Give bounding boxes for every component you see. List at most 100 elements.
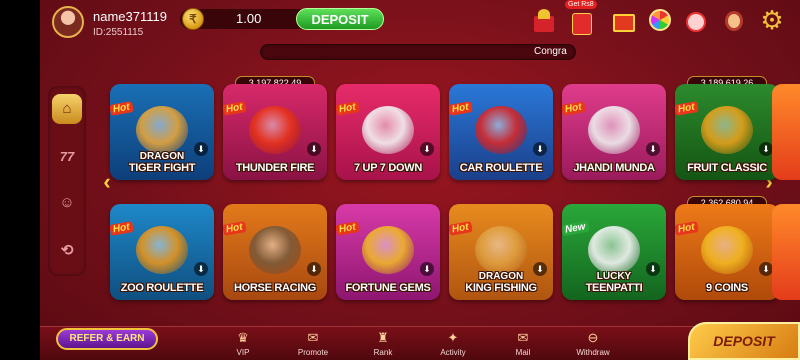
game-tile[interactable]: Hot ⬇ DRAGON TIGER FIGHT	[110, 84, 214, 180]
game-label-top: LUCKY	[596, 271, 632, 282]
download-icon[interactable]: ⬇	[759, 142, 773, 156]
game-label-top: DRAGON	[139, 151, 185, 162]
nav-label: VIP	[236, 348, 250, 357]
vip-crown-icon: ♛	[237, 330, 249, 345]
game-art	[249, 226, 301, 274]
game-label: 9 COINS	[706, 282, 748, 294]
mail-icon: ✉	[517, 330, 529, 345]
nav-mail[interactable]: ✉ Mail	[495, 330, 551, 360]
nav-vip[interactable]: ♛ VIP	[215, 330, 271, 360]
hot-badge: Hot	[562, 101, 586, 116]
game-tile[interactable]: Hot ⬇ 7 UP 7 DOWN	[336, 84, 440, 180]
user-id: ID:2551115	[93, 27, 144, 38]
promote-icon: ✉	[307, 330, 319, 345]
nav-label: Rank	[373, 348, 393, 357]
hot-badge: Hot	[675, 101, 699, 116]
red-packet-icon[interactable]	[568, 6, 596, 35]
hot-badge: Hot	[110, 101, 134, 116]
game-art	[475, 106, 527, 154]
rank-trophy-icon: ♜	[377, 330, 389, 345]
nav-activity[interactable]: ✦ Activity	[425, 330, 481, 360]
hot-badge: Hot	[449, 221, 473, 236]
nav-withdraw[interactable]: ⊖ Withdraw	[565, 330, 621, 360]
game-tile[interactable]: Hot ⬇ HORSE RACING	[223, 204, 327, 300]
category-sidebar: ⌂ 77 ☺ ⟲	[48, 86, 86, 276]
game-art	[701, 226, 753, 274]
gear-icon[interactable]: ⚙	[758, 6, 786, 34]
game-tile[interactable]: Hot ⬇ JHANDI MUNDA	[562, 84, 666, 180]
game-label: FORTUNE GEMS	[345, 282, 431, 294]
game-tile-partial[interactable]	[772, 84, 800, 180]
download-icon[interactable]: ⬇	[533, 142, 547, 156]
game-art	[588, 226, 640, 274]
hot-badge: Hot	[110, 221, 134, 236]
nav-label: Mail	[515, 348, 531, 357]
game-label: TIGER FIGHT	[128, 162, 196, 174]
history-icon: ⟲	[60, 242, 74, 259]
download-icon[interactable]: ⬇	[307, 142, 321, 156]
gift-icon[interactable]	[610, 6, 638, 34]
game-tile[interactable]: Hot ⬇ FORTUNE GEMS	[336, 204, 440, 300]
rupee-coin-icon: ₹	[182, 8, 204, 30]
download-icon[interactable]: ⬇	[759, 262, 773, 276]
game-tile[interactable]: Hot ⬇ CAR ROULETTE	[449, 84, 553, 180]
game-label: KING FISHING	[465, 282, 537, 294]
download-icon[interactable]: ⬇	[646, 142, 660, 156]
game-art	[362, 226, 414, 274]
gift-bag-icon[interactable]	[682, 6, 710, 34]
sidebar-item-people[interactable]: ☺	[52, 188, 82, 218]
game-label: HORSE RACING	[234, 282, 316, 294]
sidebar-item-history[interactable]: ⟲	[52, 236, 82, 266]
game-art	[362, 106, 414, 154]
game-label: THUNDER FIRE	[235, 162, 315, 174]
nav-label: Promote	[297, 348, 329, 357]
download-icon[interactable]: ⬇	[420, 262, 434, 276]
game-label: FRUIT CLASSIC	[687, 162, 767, 174]
game-tile[interactable]: Hot ⬇ DRAGON KING FISHING	[449, 204, 553, 300]
people-icon: ☺	[59, 194, 75, 211]
hot-badge: Hot	[675, 221, 699, 236]
avatar[interactable]	[52, 6, 84, 38]
deposit-button[interactable]: DEPOSIT	[296, 8, 384, 30]
game-art	[475, 226, 527, 274]
activity-gift-icon: ✦	[447, 330, 459, 345]
download-icon[interactable]: ⬇	[307, 262, 321, 276]
nav-label: Activity	[440, 348, 466, 357]
game-tile[interactable]: Hot ⬇ 9 COINS	[675, 204, 779, 300]
game-label: JHANDI MUNDA	[573, 162, 655, 174]
username: name371119	[93, 9, 167, 24]
game-tile[interactable]: New ⬇ LUCKY TEENPATTI	[562, 204, 666, 300]
game-art	[588, 106, 640, 154]
nav-label: Withdraw	[576, 348, 610, 357]
app-screen: name371119 ID:2551115 ₹ 1.00 DEPOSIT Get…	[40, 0, 800, 360]
download-icon[interactable]: ⬇	[194, 262, 208, 276]
new-badge: New	[562, 220, 590, 237]
hot-badge: Hot	[449, 101, 473, 116]
sidebar-item-slots[interactable]: 77	[52, 142, 82, 172]
lucky-wheel-icon[interactable]	[646, 6, 674, 34]
game-tile-partial[interactable]	[772, 204, 800, 300]
game-art	[249, 106, 301, 154]
hot-badge: Hot	[336, 221, 360, 236]
nav-promote[interactable]: ✉ Promote	[285, 330, 341, 360]
hot-badge: Hot	[336, 101, 360, 116]
sidebar-item-home[interactable]: ⌂	[52, 94, 82, 124]
hot-badge: Hot	[223, 221, 247, 236]
support-agent-icon[interactable]	[720, 6, 748, 34]
deposit-corner-button[interactable]: DEPOSIT	[688, 322, 800, 360]
nav-rank[interactable]: ♜ Rank	[355, 330, 411, 360]
download-icon[interactable]: ⬇	[420, 142, 434, 156]
game-label-top: DRAGON	[478, 271, 524, 282]
balance-value: 1.00	[236, 11, 262, 26]
refer-earn-button[interactable]: REFER & EARN	[56, 328, 158, 350]
game-label: ZOO ROULETTE	[120, 282, 204, 294]
game-art	[136, 106, 188, 154]
game-tile[interactable]: Hot ⬇ ZOO ROULETTE	[110, 204, 214, 300]
home-icon: ⌂	[62, 100, 72, 117]
game-tile[interactable]: Hot ⬇ FRUIT CLASSIC	[675, 84, 779, 180]
game-art	[701, 106, 753, 154]
hot-badge: Hot	[223, 101, 247, 116]
gift-box-icon[interactable]	[530, 6, 558, 34]
game-tile[interactable]: Hot ⬇ THUNDER FIRE	[223, 84, 327, 180]
game-art	[136, 226, 188, 274]
